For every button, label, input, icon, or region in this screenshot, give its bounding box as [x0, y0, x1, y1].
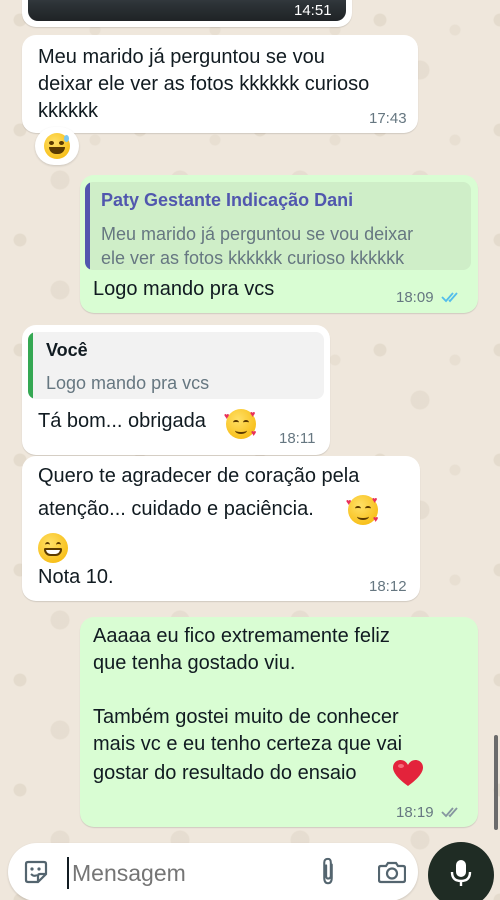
message-time: 18:09 [396, 289, 434, 306]
sticker-icon[interactable] [22, 858, 50, 886]
smiling-face-with-hearts-emoji: ♥ ♥ ♥ [224, 409, 257, 439]
delivered-receipt-icon [441, 807, 458, 818]
message-text-line: Quero te agradecer de coração pela [38, 465, 360, 487]
message-text-line: que tenha gostado viu. [93, 652, 296, 674]
message-time: 14:51 [294, 2, 332, 19]
message-text-line: gostar do resultado do ensaio [93, 762, 357, 784]
message-time: 18:11 [279, 430, 316, 447]
quoted-message[interactable]: Você Logo mando pra vcs [28, 332, 324, 399]
quote-accent-bar [28, 332, 33, 399]
message-text-line: Aaaaa eu fico extremamente feliz [93, 625, 390, 647]
read-receipt-icon [441, 292, 458, 303]
message-text-line: atenção... cuidado e paciência. [38, 498, 314, 520]
incoming-message-bubble[interactable]: Você Logo mando pra vcs Tá bom... obriga… [22, 325, 330, 455]
scrollbar-thumb[interactable] [494, 735, 498, 830]
quote-author: Você [46, 340, 88, 360]
quote-author: Paty Gestante Indicação Dani [101, 190, 354, 210]
message-text-line: mais vc e eu tenho certeza que vai [93, 733, 403, 755]
message-input[interactable] [70, 855, 304, 891]
text-cursor [67, 857, 69, 889]
outgoing-message-bubble[interactable]: Paty Gestante Indicação Dani Meu marido … [80, 175, 478, 313]
quote-text-line: ele ver as fotos kkkkkk curioso kkkkkk [101, 248, 405, 268]
quote-text-line: Meu marido já perguntou se vou deixar [101, 224, 414, 244]
camera-icon[interactable] [378, 860, 406, 884]
message-composer[interactable] [8, 843, 418, 900]
message-text-line: deixar ele ver as fotos kkkkkk curioso [38, 73, 370, 95]
message-time: 18:19 [396, 804, 434, 821]
message-text-line: Nota 10. [38, 566, 114, 588]
outgoing-message-bubble[interactable]: Aaaaa eu fico extremamente feliz que ten… [80, 617, 478, 827]
microphone-icon [450, 860, 472, 886]
quote-text-line: Logo mando pra vcs [46, 373, 210, 393]
message-text-line: Também gostei muito de conhecer [93, 706, 399, 728]
grinning-sweat-emoji [44, 133, 70, 159]
message-time: 17:43 [369, 110, 407, 127]
message-text-line: Meu marido já perguntou se vou [38, 46, 325, 68]
quoted-message[interactable]: Paty Gestante Indicação Dani Meu marido … [85, 182, 471, 270]
attach-icon[interactable] [318, 857, 338, 887]
quote-accent-bar [85, 182, 90, 270]
red-heart-emoji [393, 760, 423, 786]
voice-record-button[interactable] [428, 842, 494, 900]
message-text: Tá bom... obrigada [38, 410, 206, 432]
message-time: 18:12 [369, 578, 407, 595]
message-text: Logo mando pra vcs [93, 278, 275, 300]
incoming-message-bubble[interactable]: Quero te agradecer de coração pela atenç… [22, 456, 420, 601]
message-text-line: kkkkkk [38, 100, 98, 122]
grinning-face-emoji [38, 533, 68, 563]
smiling-face-with-hearts-emoji: ♥ ♥ ♥ [346, 495, 379, 525]
image-message-bubble[interactable]: 14:51 [22, 0, 352, 27]
reaction-badge[interactable] [35, 127, 79, 165]
incoming-message-bubble[interactable]: Meu marido já perguntou se vou deixar el… [22, 35, 418, 133]
